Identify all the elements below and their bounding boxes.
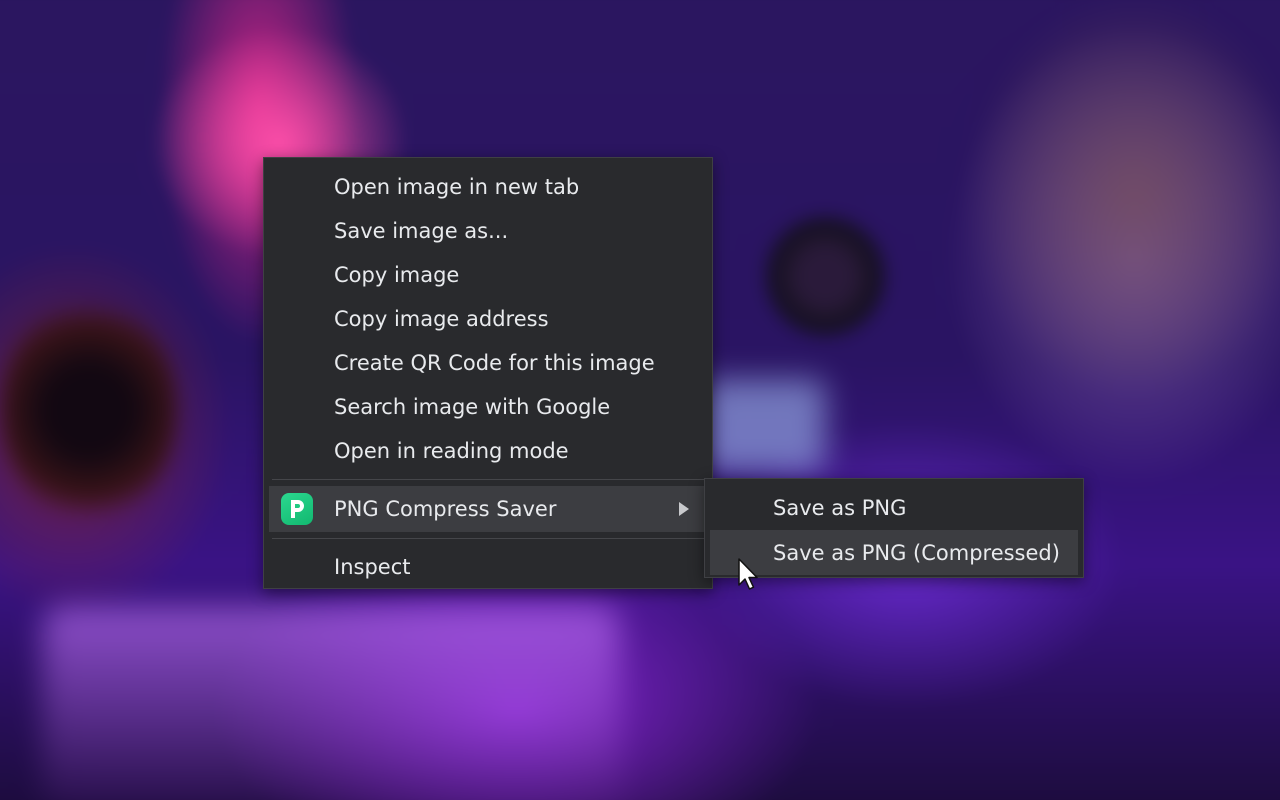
monitor-speaker-shape [763, 214, 888, 339]
menu-item-create-qr-code[interactable]: Create QR Code for this image [264, 341, 712, 385]
person-silhouette [887, 0, 1280, 800]
menu-item-label: Save image as... [334, 219, 509, 243]
menu-item-png-compress-saver[interactable]: PNG Compress Saver [269, 486, 707, 532]
menu-item-label: Copy image address [334, 307, 549, 331]
submenu-item-save-as-png[interactable]: Save as PNG [705, 486, 1083, 530]
menu-item-label: PNG Compress Saver [334, 497, 557, 521]
submenu-item-save-as-png-compressed[interactable]: Save as PNG (Compressed) [710, 530, 1078, 575]
mouse-pointer-icon [738, 558, 758, 590]
context-menu: Open image in new tab Save image as... C… [263, 157, 713, 589]
menu-item-copy-image-address[interactable]: Copy image address [264, 297, 712, 341]
keyboard-glow [42, 606, 620, 800]
menu-item-open-image-new-tab[interactable]: Open image in new tab [264, 165, 712, 209]
menu-separator [272, 538, 704, 539]
speaker-shape [1, 297, 177, 524]
menu-item-inspect[interactable]: Inspect [264, 545, 712, 589]
menu-item-label: Save as PNG [773, 496, 907, 520]
menu-item-label: Copy image [334, 263, 460, 287]
menu-separator [272, 479, 704, 480]
menu-item-save-image-as[interactable]: Save image as... [264, 209, 712, 253]
menu-item-label: Save as PNG (Compressed) [773, 540, 1060, 565]
menu-item-label: Open in reading mode [334, 439, 569, 463]
menu-item-label: Create QR Code for this image [334, 351, 655, 375]
menu-item-open-reading-mode[interactable]: Open in reading mode [264, 429, 712, 473]
submenu-arrow-icon [679, 502, 689, 516]
menu-item-label: Inspect [334, 555, 411, 579]
laptop-glow [701, 379, 826, 473]
menu-item-search-image-google[interactable]: Search image with Google [264, 385, 712, 429]
menu-item-copy-image[interactable]: Copy image [264, 253, 712, 297]
png-compress-saver-icon [281, 493, 313, 525]
png-compress-saver-submenu: Save as PNG Save as PNG (Compressed) [704, 478, 1084, 578]
menu-item-label: Open image in new tab [334, 175, 580, 199]
menu-item-label: Search image with Google [334, 395, 611, 419]
